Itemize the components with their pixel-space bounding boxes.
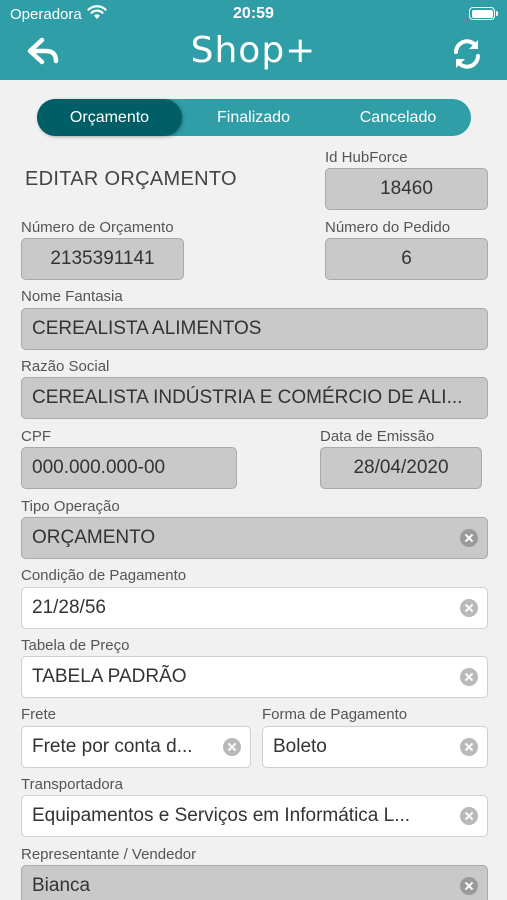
tabela-preco-value: TABELA PADRÃO	[32, 666, 187, 687]
frete-label: Frete	[21, 706, 57, 723]
tabela-preco-label: Tabela de Preço	[21, 637, 130, 654]
tipo-operacao-field: ORÇAMENTO	[21, 517, 488, 559]
nome-fantasia-label: Nome Fantasia	[21, 288, 123, 305]
cpf-label: CPF	[21, 428, 51, 445]
tab-cancelado[interactable]: Cancelado	[325, 99, 471, 136]
condicao-pagamento-value: 21/28/56	[32, 597, 106, 618]
transportadora-label: Transportadora	[21, 776, 123, 793]
battery-icon	[469, 7, 498, 20]
clear-icon[interactable]	[460, 599, 478, 617]
tipo-operacao-value: ORÇAMENTO	[32, 527, 156, 548]
clear-icon[interactable]	[460, 668, 478, 686]
numero-pedido-label: Número do Pedido	[325, 219, 451, 236]
app-header: Operadora 20:59 Shop+	[0, 0, 507, 80]
clock: 20:59	[233, 5, 274, 22]
tipo-operacao-label: Tipo Operação	[21, 498, 120, 515]
numero-orcamento-label: Número de Orçamento	[21, 219, 174, 236]
forma-pagamento-label: Forma de Pagamento	[262, 706, 408, 723]
clear-icon[interactable]	[460, 738, 478, 756]
app-logo: Shop+	[190, 30, 317, 71]
clear-icon[interactable]	[460, 877, 478, 895]
forma-pagamento-field[interactable]: Boleto	[262, 726, 488, 768]
id-hubforce-field: 18460	[325, 168, 488, 210]
nome-fantasia-field: CEREALISTA ALIMENTOS	[21, 308, 488, 350]
tab-orcamento[interactable]: Orçamento	[37, 99, 182, 136]
status-bar: Operadora 20:59	[0, 0, 507, 28]
condicao-pagamento-field[interactable]: 21/28/56	[21, 587, 488, 629]
numero-orcamento-field: 2135391141	[21, 238, 184, 280]
transportadora-field[interactable]: Equipamentos e Serviços em Informática L…	[21, 795, 488, 837]
frete-value: Frete por conta d...	[32, 736, 193, 757]
representante-label: Representante / Vendedor	[21, 846, 197, 863]
status-tabs: Orçamento Finalizado Cancelado	[37, 99, 471, 136]
numero-pedido-field: 6	[325, 238, 488, 280]
forma-pagamento-value: Boleto	[273, 736, 327, 757]
data-emissao-label: Data de Emissão	[320, 428, 435, 445]
page-title: EDITAR ORÇAMENTO	[25, 168, 237, 190]
clear-icon[interactable]	[223, 738, 241, 756]
representante-value: Bianca	[32, 875, 91, 896]
data-emissao-field: 28/04/2020	[320, 447, 482, 489]
transportadora-value: Equipamentos e Serviços em Informática L…	[32, 805, 411, 826]
razao-social-label: Razão Social	[21, 358, 110, 375]
representante-field: Bianca	[21, 865, 488, 900]
sync-icon[interactable]	[449, 36, 485, 72]
tab-finalizado[interactable]: Finalizado	[182, 99, 325, 136]
clear-icon[interactable]	[460, 807, 478, 825]
razao-social-field: CEREALISTA INDÚSTRIA E COMÉRCIO DE ALI..…	[21, 377, 488, 419]
id-hubforce-label: Id HubForce	[325, 149, 408, 166]
clear-icon[interactable]	[460, 529, 478, 547]
condicao-pagamento-label: Condição de Pagamento	[21, 567, 187, 584]
tabela-preco-field[interactable]: TABELA PADRÃO	[21, 656, 488, 698]
frete-field[interactable]: Frete por conta d...	[21, 726, 251, 768]
cpf-field: 000.000.000-00	[21, 447, 237, 489]
